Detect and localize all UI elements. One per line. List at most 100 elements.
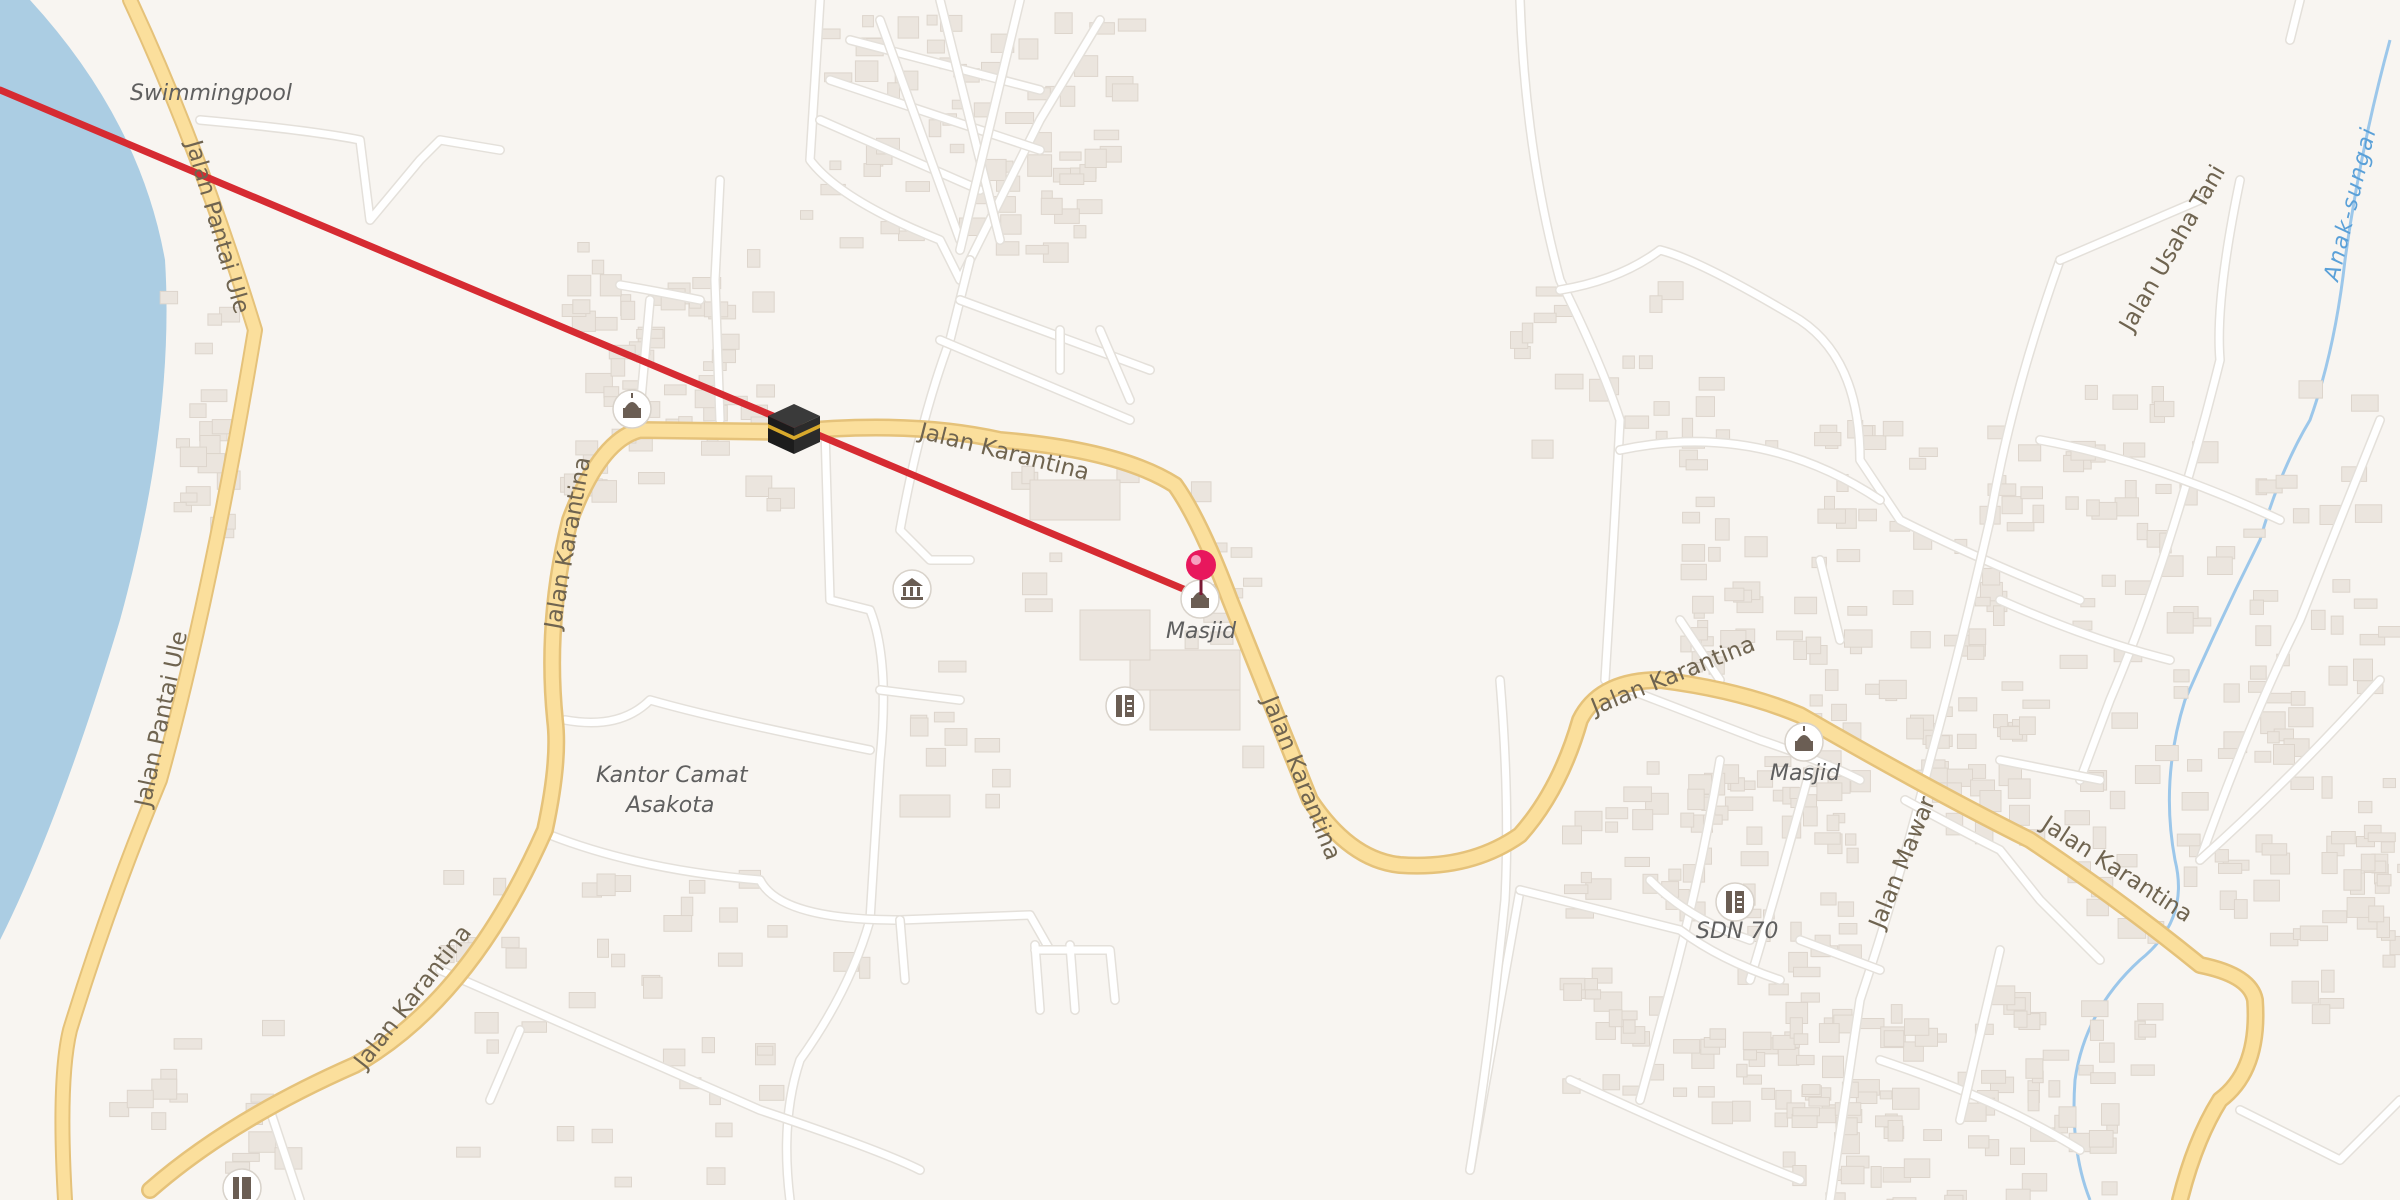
building: [706, 1167, 726, 1185]
building: [2020, 486, 2044, 500]
building: [1005, 112, 1035, 124]
building: [151, 1112, 167, 1130]
building: [643, 976, 663, 999]
building: [2151, 386, 2165, 404]
building: [2018, 444, 2042, 462]
building: [2368, 905, 2385, 923]
building: [2101, 1103, 2120, 1126]
building: [2166, 612, 2194, 634]
building: [2358, 800, 2373, 814]
building: [1605, 807, 1629, 820]
building: [2382, 954, 2396, 968]
building: [2291, 980, 2319, 1004]
building: [2253, 879, 2280, 902]
building: [2081, 1000, 2109, 1018]
minor-road: [2286, 0, 2304, 44]
building: [109, 1102, 130, 1118]
building: [521, 1021, 547, 1033]
water-label-anak-sungai: Anak-sungai: [2319, 124, 2382, 285]
museum-icon[interactable]: [892, 569, 932, 609]
building: [232, 1152, 260, 1162]
building: [701, 1037, 716, 1054]
building: [1714, 518, 1730, 541]
building: [1793, 966, 1821, 978]
place-label-sdn-70: SDN 70: [1696, 919, 1778, 944]
school-icon[interactable]: [1105, 686, 1145, 726]
building: [1653, 401, 1670, 416]
building: [1792, 1107, 1821, 1117]
building: [2025, 1058, 2044, 1079]
building: [2261, 843, 2288, 856]
building: [207, 313, 223, 326]
building: [1909, 457, 1927, 470]
building: [2290, 691, 2306, 706]
building: [1024, 598, 1053, 613]
building: [2298, 380, 2323, 399]
building: [1743, 1049, 1757, 1061]
building: [2343, 869, 2362, 891]
building: [1040, 197, 1063, 215]
building: [1805, 636, 1822, 655]
map-view[interactable]: Jalan Karantina Jalan Karantina Jalan Ka…: [0, 0, 2400, 1200]
place-label-asakota: Asakota: [624, 793, 714, 818]
building: [1791, 1113, 1818, 1129]
building: [1768, 983, 1789, 996]
building: [985, 793, 1001, 809]
building: [1622, 1019, 1636, 1034]
building: [1698, 376, 1725, 391]
building: [756, 1045, 774, 1056]
building: [1622, 355, 1635, 369]
building: [766, 498, 782, 512]
kaaba-icon[interactable]: [768, 404, 820, 454]
building: [486, 1039, 499, 1054]
building: [2019, 716, 2036, 736]
building: [591, 259, 605, 275]
building: [2176, 833, 2201, 847]
building: [2130, 1064, 2155, 1076]
building: [2267, 731, 2280, 744]
building: [1892, 1087, 1920, 1110]
building: [1794, 596, 1818, 615]
building: [2332, 579, 2351, 593]
building: [1649, 295, 1663, 313]
building: [2173, 686, 2189, 699]
building: [568, 992, 596, 1009]
building: [2124, 480, 2137, 500]
building: [2065, 496, 2079, 510]
building: [1084, 148, 1107, 168]
map-canvas[interactable]: Jalan Karantina Jalan Karantina Jalan Ka…: [0, 0, 2400, 1200]
building: [899, 794, 951, 818]
building: [2254, 750, 2272, 763]
building: [933, 711, 955, 723]
building: [2322, 910, 2348, 924]
building: [1632, 809, 1654, 831]
building: [800, 210, 814, 220]
building: [1695, 496, 1715, 508]
building: [2154, 400, 2175, 418]
building: [2331, 831, 2356, 845]
building: [1531, 439, 1554, 459]
school-icon[interactable]: [1715, 882, 1755, 922]
mosque-icon[interactable]: [612, 389, 652, 429]
building: [1746, 826, 1763, 845]
building: [1680, 563, 1707, 581]
place-label-masjid: Masjid: [1166, 619, 1237, 644]
building: [572, 299, 591, 315]
building: [1018, 38, 1039, 60]
building: [1847, 606, 1868, 616]
building: [1608, 1009, 1623, 1028]
building: [194, 342, 213, 355]
building: [1054, 12, 1073, 35]
mosque-icon[interactable]: [1784, 722, 1824, 762]
minor-roads-layer: [195, 0, 2400, 1200]
building: [180, 492, 198, 503]
building: [200, 389, 228, 403]
building: [926, 39, 945, 54]
building: [662, 1048, 686, 1067]
building: [1878, 679, 1907, 700]
building: [2376, 873, 2392, 887]
school-icon[interactable]: [222, 1168, 262, 1200]
building: [944, 728, 968, 746]
building: [2321, 776, 2333, 799]
building: [2233, 899, 2248, 919]
